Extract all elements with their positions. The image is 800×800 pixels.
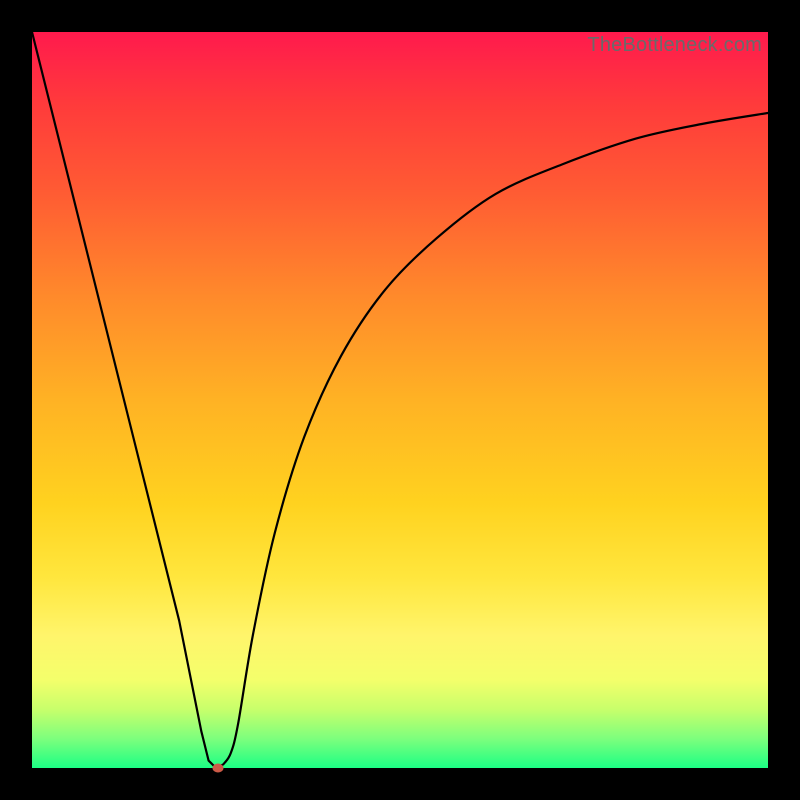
chart-frame: TheBottleneck.com [0,0,800,800]
bottleneck-curve [32,32,768,768]
optimal-point-marker [213,764,224,773]
plot-area: TheBottleneck.com [32,32,768,768]
